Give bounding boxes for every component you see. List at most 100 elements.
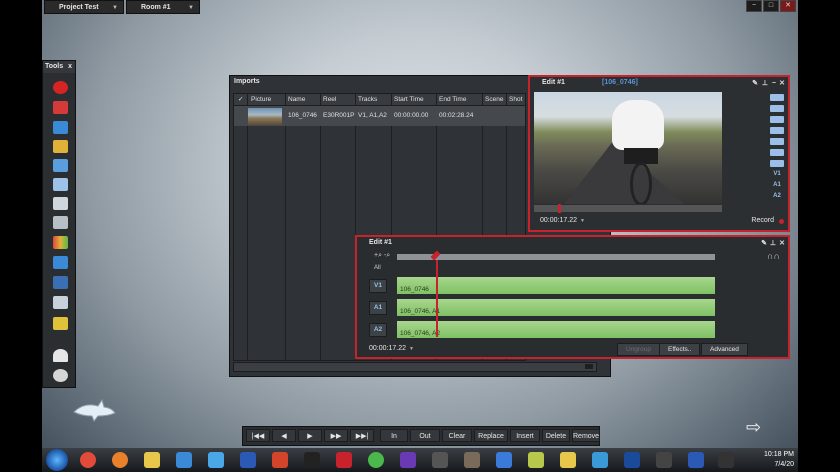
zoom-icon[interactable]: +⌕ -⌕ [374,252,390,260]
app-icon[interactable] [464,452,480,468]
col-name[interactable]: Name [288,94,305,105]
app-icon[interactable] [208,452,224,468]
premiere-icon[interactable] [400,452,416,468]
play-button[interactable]: ▶ [298,429,322,442]
step-forward-button[interactable]: ▶▶ [324,429,348,442]
record-icon[interactable] [53,81,68,94]
clip-a2[interactable]: 106_0746, A2 [397,321,715,338]
mark-icon[interactable] [770,127,784,134]
folder-icon[interactable] [53,140,68,153]
track-v1-label[interactable]: V1 [369,279,387,293]
project-selector[interactable]: Project Test ▼ [44,0,124,14]
bin-icon[interactable] [53,159,68,172]
printer-icon[interactable] [53,197,68,210]
col-shot[interactable]: Shot [509,94,522,105]
col-picture[interactable]: Picture [251,94,271,105]
pin-icon[interactable]: ⊥ [770,238,776,250]
settings-icon[interactable]: ✎ [752,78,758,90]
table-row[interactable]: 106_0746 E30R001P V1, A1,A2 00:00:00.00 … [234,106,525,126]
app-icon[interactable] [624,452,640,468]
document-icon[interactable] [53,216,68,229]
app-icon[interactable] [592,452,608,468]
close-icon[interactable]: x [68,61,72,73]
viewer-timecode[interactable]: 00:00:17.22 ▼ [540,217,585,224]
tiles-icon[interactable] [53,256,68,269]
track-a2-label[interactable]: A2 [369,323,387,337]
app-icon[interactable] [336,452,352,468]
track-a2-label[interactable]: A2 [770,193,784,202]
checkbox-icon[interactable]: ✓ [238,94,243,105]
mark-out-button[interactable]: Out [410,429,440,442]
record-button[interactable]: Record [751,217,774,224]
effects-icon[interactable] [53,296,68,309]
remove-button[interactable]: Remove [572,429,600,442]
effects-button[interactable]: Effects.. [659,343,701,356]
person-icon[interactable] [53,349,68,362]
close-icon[interactable]: ✕ [779,238,785,250]
delete-button[interactable]: Delete [542,429,570,442]
col-scene[interactable]: Scene [485,94,503,105]
export-icon[interactable] [53,317,68,330]
export-icon[interactable] [770,160,784,167]
app-icon[interactable] [272,452,288,468]
fingerprint-icon[interactable] [53,369,68,382]
media-icon[interactable] [304,452,320,468]
app-icon[interactable] [560,452,576,468]
firefox-icon[interactable] [112,452,128,468]
app-icon[interactable] [656,452,672,468]
cube-icon[interactable] [53,178,68,191]
mark-icon[interactable] [770,116,784,123]
playhead-marker[interactable] [430,250,441,261]
go-to-end-button[interactable]: ▶▶| [350,429,374,442]
headphones-icon[interactable]: ∩∩ [767,251,780,261]
step-back-button[interactable]: ◀ [272,429,296,442]
app-icon[interactable] [496,452,512,468]
app-icon[interactable] [432,452,448,468]
exit-icon[interactable]: ⇨ [746,418,768,436]
mark-in-button[interactable]: In [380,429,408,442]
close-button[interactable]: ✕ [780,0,796,12]
close-icon[interactable]: ✕ [779,78,785,90]
imports-scrollbar[interactable] [233,362,597,372]
import-icon[interactable] [53,101,68,114]
clear-button[interactable]: Clear [442,429,472,442]
app-icon[interactable] [528,452,544,468]
timeline-ruler[interactable] [397,250,715,261]
replace-button[interactable]: Replace [474,429,508,442]
chrome-icon[interactable] [80,452,96,468]
word-icon[interactable] [240,452,256,468]
video-frame[interactable] [534,92,722,204]
headphones-icon[interactable] [770,138,784,145]
track-a1-label[interactable]: A1 [369,301,387,315]
folder-icon[interactable] [144,452,160,468]
col-reel[interactable]: Reel [323,94,336,105]
folder-icon[interactable] [770,94,784,101]
tray-icon[interactable] [718,452,734,468]
minimize-icon[interactable]: − [772,78,776,90]
viewer-scrub-bar[interactable] [534,204,722,213]
start-button[interactable] [46,449,68,471]
headphones-icon[interactable] [770,149,784,156]
insert-button[interactable]: Insert [510,429,540,442]
maximize-button[interactable]: □ [763,0,779,12]
clip-a1[interactable]: 106_0746, A1 [397,299,715,316]
advanced-button[interactable]: Advanced [701,343,748,356]
pin-icon[interactable]: ⊥ [762,78,768,90]
minimize-button[interactable]: − [746,0,762,12]
col-end-time[interactable]: End Time [439,94,466,105]
col-tracks[interactable]: Tracks [358,94,377,105]
ungroup-button[interactable]: Ungroup [617,343,660,356]
timeline-timecode[interactable]: 00:00:17.22 ▼ [369,345,414,352]
clip-v1[interactable]: 106_0746 [397,277,715,294]
go-to-start-button[interactable]: |◀◀ [246,429,270,442]
playhead-marker[interactable] [558,204,561,213]
col-start-time[interactable]: Start Time [394,94,424,105]
taskbar-clock[interactable]: 10:18 PM 7/4/20 [764,450,794,470]
keyboard-icon[interactable] [53,276,68,289]
grid-icon[interactable] [53,121,68,134]
bars-icon[interactable] [53,236,68,249]
timeline-playhead[interactable] [436,260,438,337]
track-v1-label[interactable]: V1 [770,171,784,180]
room-selector[interactable]: Room #1 ▼ [126,0,200,14]
app-icon[interactable] [368,452,384,468]
